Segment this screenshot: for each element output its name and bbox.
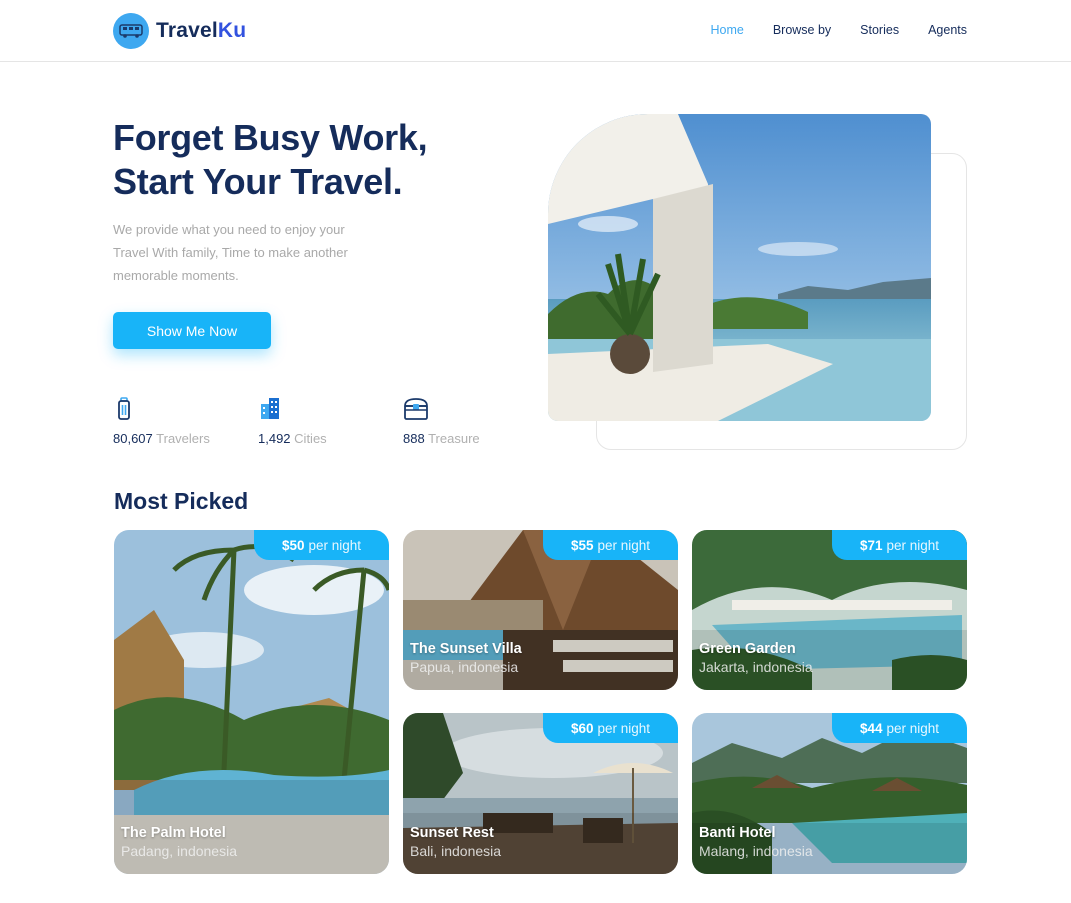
property-card-sunset-rest[interactable]: $60 per night Sunset Rest Bali, indonesia <box>403 713 678 874</box>
navbar: TravelKu Home Browse by Stories Agents <box>0 0 1071 62</box>
stat-value: 80,607 <box>113 431 153 446</box>
stat-treasure: 888 Treasure <box>403 396 480 446</box>
hero-title-line2: Start Your Travel. <box>113 161 403 202</box>
price-unit: per night <box>597 720 651 736</box>
property-card-palm-hotel[interactable]: $50 per night The Palm Hotel Padang, indo… <box>114 530 389 874</box>
property-caption: Sunset Rest Bali, indonesia <box>410 824 501 860</box>
property-caption: Green Garden Jakarta, indonesia <box>699 640 813 676</box>
price-badge: $50 per night <box>254 530 389 560</box>
price-badge: $60 per night <box>543 713 678 743</box>
brand-logo[interactable]: TravelKu <box>113 13 246 49</box>
price-badge: $55 per night <box>543 530 678 560</box>
main-nav: Home Browse by Stories Agents <box>710 23 967 37</box>
hero-image <box>548 114 931 421</box>
price-badge: $71 per night <box>832 530 967 560</box>
building-icon <box>261 398 279 419</box>
property-name: The Palm Hotel <box>121 825 226 841</box>
price-unit: per night <box>597 537 651 553</box>
price-unit: per night <box>308 537 362 553</box>
property-caption: Banti Hotel Malang, indonesia <box>699 824 813 860</box>
property-location: Malang, indonesia <box>699 843 813 859</box>
price-unit: per night <box>886 720 940 736</box>
stat-label: Travelers <box>156 431 210 446</box>
property-name: Green Garden <box>699 641 796 657</box>
nav-browse-by[interactable]: Browse by <box>773 23 831 37</box>
price-value: $71 <box>859 537 883 553</box>
price-value: $50 <box>281 537 305 553</box>
property-name: Banti Hotel <box>699 825 776 841</box>
brand-name-part1: Travel <box>156 19 218 42</box>
stat-label: Treasure <box>428 431 480 446</box>
property-image <box>114 530 389 874</box>
price-value: $60 <box>570 720 594 736</box>
brand-name-part2: Ku <box>217 19 247 42</box>
bus-icon <box>113 13 149 49</box>
stat-travelers: 80,607 Travelers <box>113 396 210 446</box>
stat-value: 1,492 <box>258 431 291 446</box>
property-name: The Sunset Villa <box>410 641 522 657</box>
property-caption: The Palm Hotel Padang, indonesia <box>121 824 237 860</box>
nav-agents[interactable]: Agents <box>928 23 967 37</box>
stat-value: 888 <box>403 431 425 446</box>
property-location: Padang, indonesia <box>121 843 237 859</box>
property-card-banti-hotel[interactable]: $44 per night Banti Hotel Malang, indones… <box>692 713 967 874</box>
hero-subtitle: We provide what you need to enjoy your T… <box>113 222 348 283</box>
suitcase-icon <box>118 397 130 420</box>
property-location: Bali, indonesia <box>410 843 502 859</box>
section-title-most-picked: Most Picked <box>114 488 249 514</box>
property-card-sunset-villa[interactable]: $55 per night The Sunset Villa Papua, ind… <box>403 530 678 690</box>
property-caption: The Sunset Villa Papua, indonesia <box>410 640 522 676</box>
nav-stories[interactable]: Stories <box>860 23 899 37</box>
price-value: $44 <box>859 720 883 736</box>
nav-home[interactable]: Home <box>710 23 743 37</box>
property-card-green-garden[interactable]: $71 per night Green Garden Jakarta, indon… <box>692 530 967 690</box>
property-name: Sunset Rest <box>410 825 494 841</box>
brand-name: TravelKu <box>156 19 246 43</box>
property-location: Papua, indonesia <box>410 659 519 675</box>
hero-title-line1: Forget Busy Work, <box>113 117 428 158</box>
property-location: Jakarta, indonesia <box>699 659 813 675</box>
treasure-icon <box>404 398 428 420</box>
price-unit: per night <box>886 537 940 553</box>
price-badge: $44 per night <box>832 713 967 743</box>
hero-title: Forget Busy Work, Start Your Travel. <box>113 116 428 204</box>
stat-cities: 1,492 Cities <box>258 396 327 446</box>
show-me-now-button[interactable]: Show Me Now <box>113 312 271 349</box>
stat-label: Cities <box>294 431 327 446</box>
price-value: $55 <box>570 537 594 553</box>
